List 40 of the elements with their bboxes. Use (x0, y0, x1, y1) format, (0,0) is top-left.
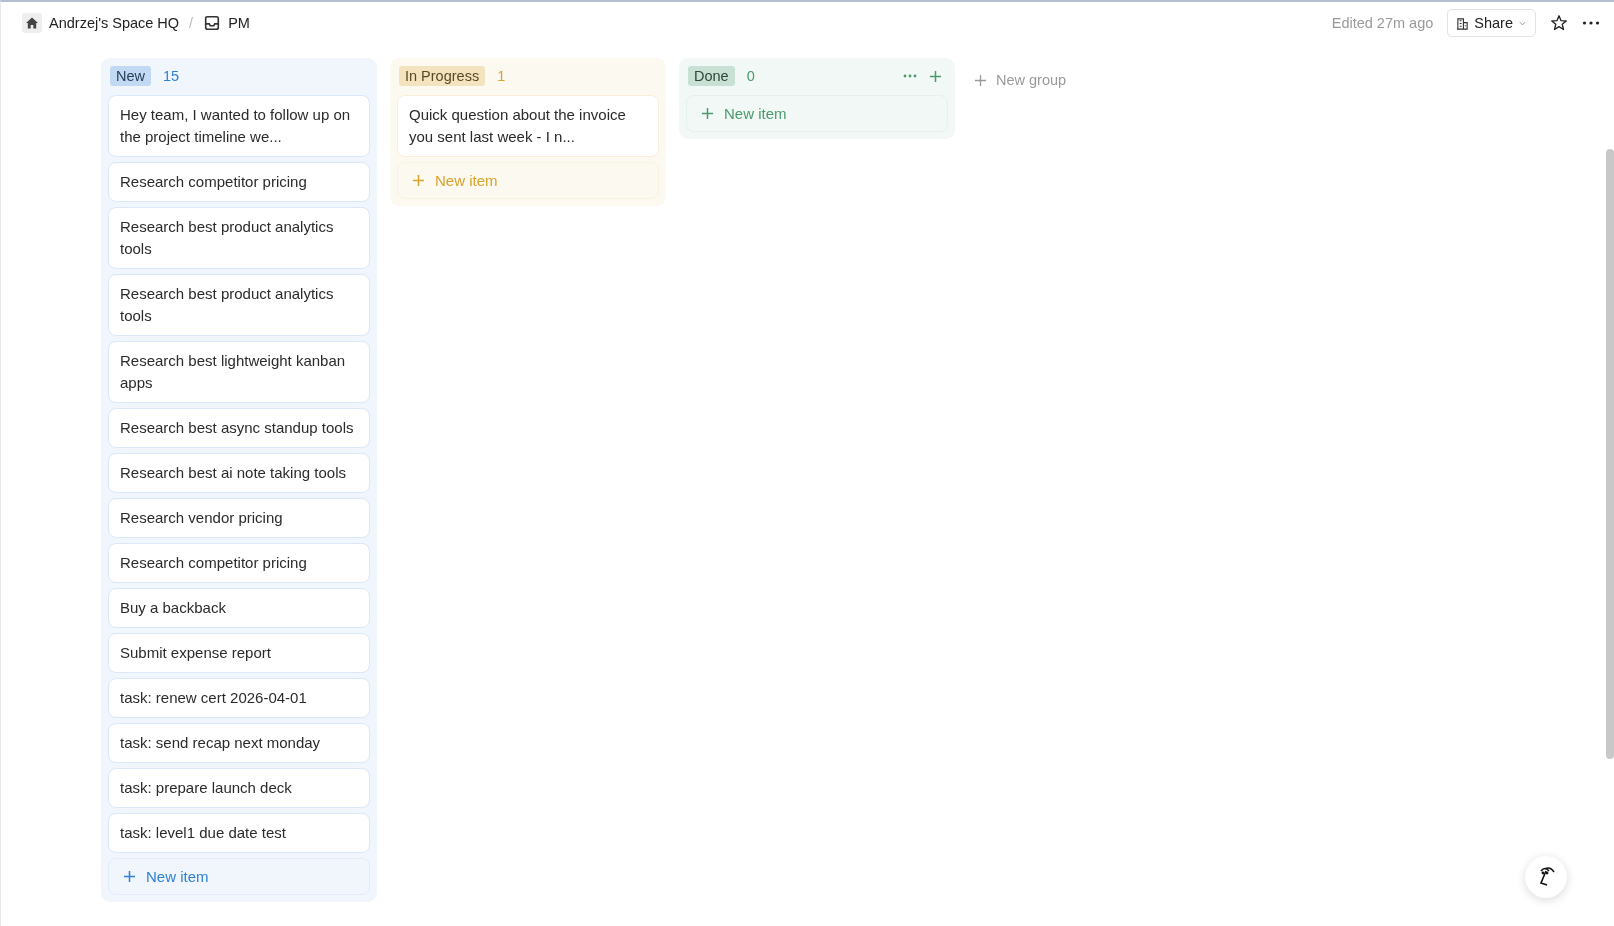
task-card[interactable]: task: level1 due date test (108, 813, 370, 853)
task-card[interactable]: Research best product analytics tools (108, 207, 370, 269)
task-card[interactable]: Research competitor pricing (108, 543, 370, 583)
task-card[interactable]: Research best ai note taking tools (108, 453, 370, 493)
plus-icon (123, 870, 136, 883)
scrollbar[interactable] (1606, 149, 1614, 759)
task-card[interactable]: Quick question about the invoice you sent last week - I n... (397, 95, 659, 157)
more-icon[interactable] (1582, 20, 1600, 26)
task-card[interactable]: task: send recap next monday (108, 723, 370, 763)
group-tag: New (110, 66, 151, 86)
breadcrumb-link[interactable]: Andrzej's Space HQ (22, 13, 180, 33)
task-card[interactable]: Research best lightweight kanban apps (108, 341, 370, 403)
plus-icon (701, 107, 714, 120)
home-icon (22, 13, 42, 33)
task-card[interactable]: Research competitor pricing (108, 162, 370, 202)
group-tag: Done (688, 66, 735, 86)
group-count: 1 (497, 68, 506, 84)
task-card[interactable]: Research best product analytics tools (108, 274, 370, 336)
group-count: 15 (163, 68, 180, 84)
plus-icon[interactable] (929, 69, 942, 83)
group-count: 0 (746, 68, 755, 84)
breadcrumb-separator: / (189, 15, 194, 31)
building-icon (1456, 16, 1470, 30)
task-card[interactable]: task: prepare launch deck (108, 768, 370, 808)
assistant-button[interactable] (1525, 856, 1567, 898)
task-card[interactable]: Buy a backback (108, 588, 370, 628)
breadcrumb-link[interactable]: PM (203, 14, 250, 32)
plus-icon (974, 73, 987, 87)
group-tag: In Progress (399, 66, 486, 86)
task-card[interactable]: Submit expense report (108, 633, 370, 673)
plus-icon (412, 174, 425, 187)
star-icon[interactable] (1550, 14, 1568, 32)
inbox-icon (203, 14, 222, 32)
new-item-button[interactable]: New item (108, 858, 370, 895)
task-card[interactable]: Research vendor pricing (108, 498, 370, 538)
task-card[interactable]: task: renew cert 2026-04-01 (108, 678, 370, 718)
task-card[interactable]: Research best async standup tools (108, 408, 370, 448)
task-card[interactable]: Hey team, I wanted to follow up on the project timeline we... (108, 95, 370, 157)
edited-time: Edited 27m ago (1331, 15, 1434, 31)
share-button[interactable]: Share (1447, 9, 1536, 37)
